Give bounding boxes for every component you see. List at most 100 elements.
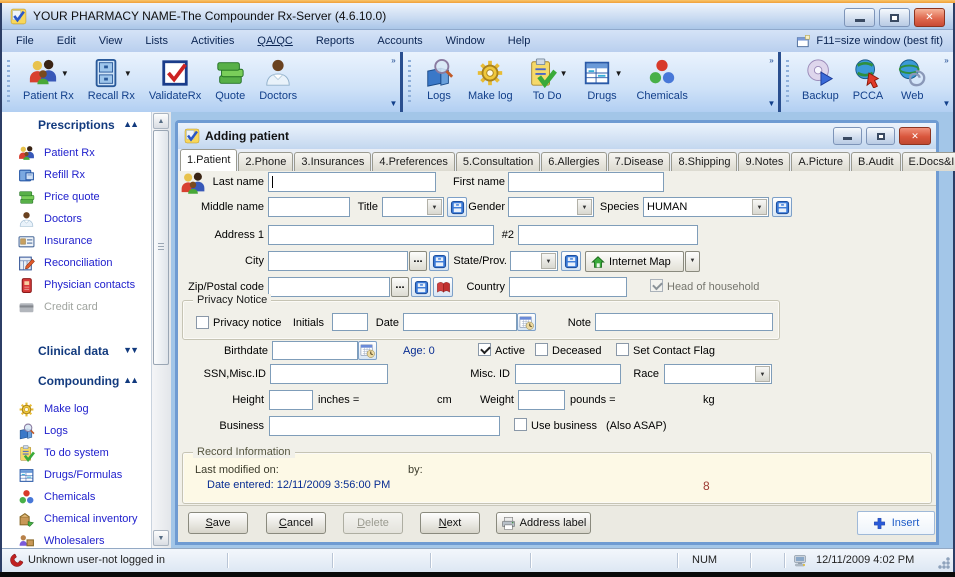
sidebar-item-logs[interactable]: Logs [2, 420, 151, 442]
tab-insurances[interactable]: 3.Insurances [294, 152, 371, 171]
scrollbar-thumb[interactable] [153, 130, 169, 365]
address1-input[interactable] [268, 225, 494, 245]
city-browse-button[interactable]: ... [409, 251, 427, 271]
tab-preferences[interactable]: 4.Preferences [372, 152, 454, 171]
zip-directory-button[interactable] [433, 277, 453, 297]
toolbar-validaterx-button[interactable]: ValidateRx [142, 54, 208, 110]
sidebar-item-make-log[interactable]: Make log [2, 398, 151, 420]
dialog-maximize-button[interactable] [866, 127, 895, 145]
toolbar-backup-button[interactable]: Backup [795, 54, 846, 110]
menu-activities[interactable]: Activities [191, 35, 234, 47]
tab-shipping[interactable]: 8.Shipping [671, 152, 737, 171]
maximize-button[interactable] [879, 8, 910, 27]
dialog-minimize-button[interactable] [833, 127, 862, 145]
toolbar-todo-button[interactable]: ▼ To Do [520, 54, 575, 110]
sidebar-section-clinical-data[interactable]: Clinical data ▼▼ [2, 344, 151, 362]
tab-notes[interactable]: 9.Notes [738, 152, 790, 171]
menu-accounts[interactable]: Accounts [377, 35, 422, 47]
menu-file[interactable]: File [16, 35, 34, 47]
toolbar-patient-rx-button[interactable]: ▼ Patient Rx [16, 54, 81, 110]
toolbar-overflow-button[interactable]: »▼ [766, 54, 777, 110]
toolbar-overflow-button[interactable]: »▼ [388, 54, 399, 110]
species-combo[interactable]: HUMAN▼ [643, 197, 769, 217]
sidebar-scrollbar[interactable]: ▲ ▼ [152, 112, 171, 548]
race-combo[interactable]: ▼ [664, 364, 772, 384]
sidebar-section-prescriptions[interactable]: Prescriptions ▲▲ [2, 118, 151, 136]
sidebar-item-price-quote[interactable]: Price quote [2, 186, 151, 208]
save-button[interactable]: Save [188, 512, 248, 534]
state-lookup-button[interactable] [561, 251, 581, 271]
dialog-close-button[interactable]: ✕ [899, 127, 931, 145]
toolbar-quote-button[interactable]: Quote [208, 54, 252, 110]
internet-map-dropdown-button[interactable]: ▼ [685, 251, 700, 272]
sidebar-item-to-do-system[interactable]: To do system [2, 442, 151, 464]
gender-combo[interactable]: ▼ [508, 197, 594, 217]
menu-qaqc[interactable]: QA/QC [257, 35, 292, 47]
sidebar-item-insurance[interactable]: Insurance [2, 230, 151, 252]
toolbar-recall-rx-button[interactable]: ▼ Recall Rx [81, 54, 142, 110]
sidebar-item-physician-contacts[interactable]: Physician contacts [2, 274, 151, 296]
business-input[interactable] [269, 416, 500, 436]
address2-input[interactable] [518, 225, 698, 245]
toolbar-web-button[interactable]: Web [890, 54, 934, 110]
sidebar-item-doctors[interactable]: Doctors [2, 208, 151, 230]
insert-button[interactable]: Insert [857, 511, 935, 535]
birthdate-calendar-button[interactable] [358, 341, 377, 360]
address-label-button[interactable]: Address label [496, 512, 591, 534]
next-button[interactable]: Next [420, 512, 480, 534]
combo-arrow-icon[interactable]: ▼ [541, 253, 556, 269]
set-contact-flag-checkbox[interactable] [616, 343, 629, 356]
tab-disease[interactable]: 7.Disease [608, 152, 671, 171]
toolbar-doctors-button[interactable]: Doctors [252, 54, 304, 110]
sidebar-item-chemical-inventory[interactable]: Chemical inventory [2, 508, 151, 530]
combo-arrow-icon[interactable]: ▼ [577, 199, 592, 215]
height-input[interactable] [269, 390, 313, 410]
tab-audit[interactable]: B.Audit [851, 152, 900, 171]
active-checkbox[interactable] [478, 343, 491, 356]
species-lookup-button[interactable] [772, 197, 792, 217]
chevron-up-icon[interactable]: ▲▲ [123, 375, 137, 385]
menu-edit[interactable]: Edit [57, 35, 76, 47]
country-input[interactable] [509, 277, 627, 297]
tab-allergies[interactable]: 6.Allergies [541, 152, 606, 171]
sidebar-item-refill-rx[interactable]: Refill Rx [2, 164, 151, 186]
misc-id-input[interactable] [515, 364, 621, 384]
scroll-down-button[interactable]: ▼ [153, 530, 169, 546]
menu-help[interactable]: Help [508, 35, 531, 47]
toolbar-logs-button[interactable]: Logs [417, 54, 461, 110]
sidebar-item-wholesalers[interactable]: Wholesalers [2, 530, 151, 548]
zip-input[interactable] [268, 277, 390, 297]
initials-input[interactable] [332, 313, 368, 331]
toolbar-make-log-button[interactable]: Make log [461, 54, 520, 110]
resize-grip[interactable] [938, 557, 950, 569]
title-combo[interactable]: ▼ [382, 197, 444, 217]
tab-consultation[interactable]: 5.Consultation [456, 152, 540, 171]
toolbar-drugs-button[interactable]: ▼ Drugs [575, 54, 630, 110]
sidebar-section-compounding[interactable]: Compounding ▲▲ [2, 374, 151, 392]
toolbar-chemicals-button[interactable]: Chemicals [629, 54, 694, 110]
last-name-input[interactable] [268, 172, 436, 192]
sidebar-item-drugs-formulas[interactable]: Drugs/Formulas [2, 464, 151, 486]
combo-arrow-icon[interactable]: ▼ [755, 366, 770, 382]
dropdown-arrow-icon[interactable]: ▼ [615, 69, 623, 78]
tab-patient[interactable]: 1.Patient [180, 149, 237, 171]
birthdate-input[interactable] [272, 341, 358, 360]
sidebar-item-patient-rx[interactable]: Patient Rx [2, 142, 151, 164]
ssn-input[interactable] [270, 364, 388, 384]
weight-input[interactable] [518, 390, 565, 410]
deceased-checkbox[interactable] [535, 343, 548, 356]
combo-arrow-icon[interactable]: ▼ [427, 199, 442, 215]
internet-map-button[interactable]: Internet Map [585, 251, 684, 272]
use-business-checkbox[interactable] [514, 418, 527, 431]
menu-reports[interactable]: Reports [316, 35, 355, 47]
combo-arrow-icon[interactable]: ▼ [752, 199, 767, 215]
sidebar-item-reconciliation[interactable]: Reconciliation [2, 252, 151, 274]
cancel-button[interactable]: Cancel [266, 512, 326, 534]
dropdown-arrow-icon[interactable]: ▼ [61, 69, 69, 78]
state-combo[interactable]: ▼ [510, 251, 558, 271]
zip-browse-button[interactable]: ... [391, 277, 409, 297]
toolbar-overflow-button[interactable]: »▼ [941, 54, 952, 110]
zip-lookup-button[interactable] [411, 277, 431, 297]
toolbar-pcca-button[interactable]: PCCA [846, 54, 891, 110]
city-input[interactable] [268, 251, 408, 271]
